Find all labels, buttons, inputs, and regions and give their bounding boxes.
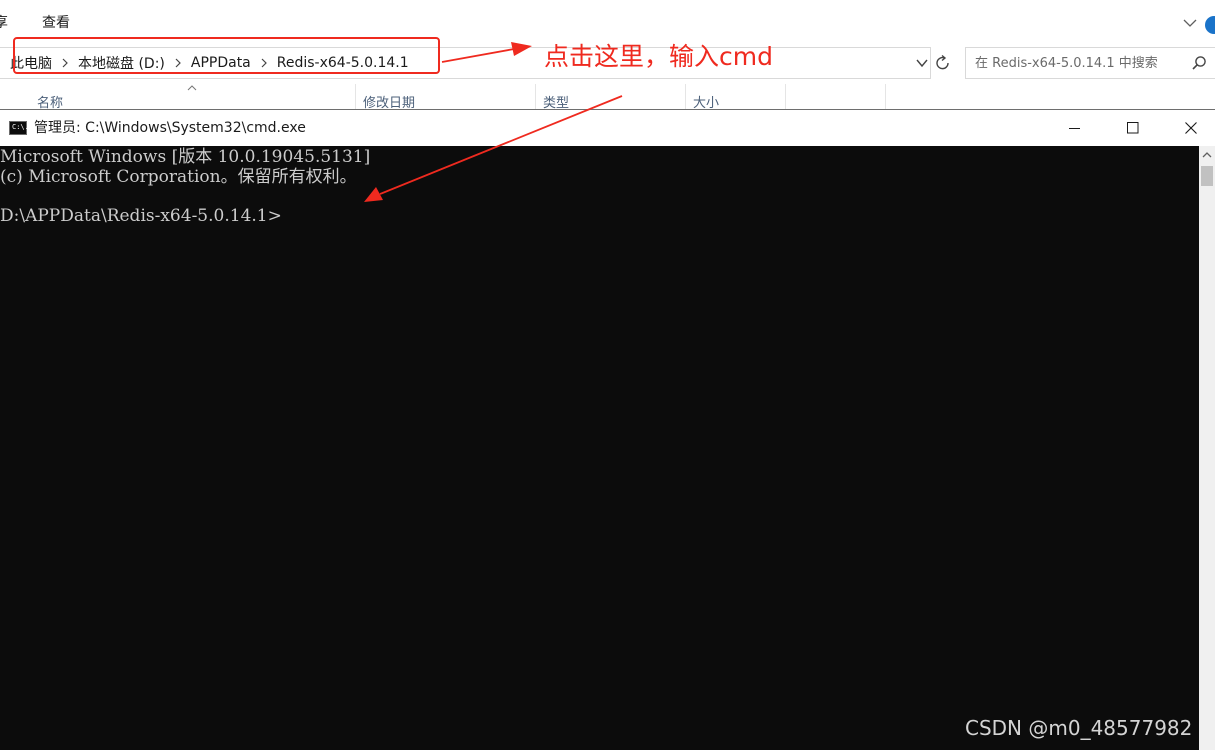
watermark: CSDN @m0_48577982 [965,716,1193,740]
help-icon[interactable] [1205,16,1215,34]
close-icon [1185,122,1197,134]
window-title: 管理员: C:\Windows\System32\cmd.exe [34,120,306,136]
chevron-down-icon[interactable] [914,56,930,70]
cmd-icon-text: C:\. [12,123,29,131]
column-divider[interactable] [535,84,536,112]
minimize-button[interactable] [1046,110,1104,146]
annotation-text: 点击这里，输入cmd [544,42,773,71]
search-box[interactable] [965,47,1215,79]
vertical-scrollbar[interactable] [1199,146,1215,750]
chevron-down-icon[interactable] [1180,13,1200,33]
cmd-window[interactable]: C:\. 管理员: C:\Windows\System32\cmd.exe Mi… [0,109,1215,750]
scroll-up-icon [1202,152,1212,158]
file-list-header: 名称 修改日期 类型 大小 [0,84,1215,112]
file-explorer-window: 享 查看 此电脑 本地磁盘 (D:) APPData Redis-x64-5.0… [0,0,1215,112]
maximize-button[interactable] [1104,110,1162,146]
search-icon[interactable] [1191,55,1207,71]
column-divider[interactable] [685,84,686,112]
cmd-titlebar[interactable]: C:\. 管理员: C:\Windows\System32\cmd.exe [0,110,1215,146]
minimize-icon [1069,128,1080,129]
console-line: (c) Microsoft Corporation。保留所有权利。 [0,167,357,187]
column-divider[interactable] [355,84,356,112]
sort-ascending-icon [187,85,197,91]
tab-share[interactable]: 享 [0,10,8,36]
refresh-icon [936,54,949,70]
close-button[interactable] [1162,110,1215,146]
scroll-thumb[interactable] [1201,166,1213,186]
search-input[interactable] [975,48,1175,78]
console-output[interactable]: Microsoft Windows [版本 10.0.19045.5131] (… [0,146,1199,750]
scroll-up-button[interactable] [1199,146,1215,164]
column-divider[interactable] [785,84,786,112]
console-prompt[interactable]: D:\APPData\Redis-x64-5.0.14.1> [0,206,282,226]
column-divider[interactable] [885,84,886,112]
tab-view[interactable]: 查看 [42,10,70,36]
cmd-icon: C:\. [9,121,29,135]
maximize-icon [1127,122,1139,134]
console-line: Microsoft Windows [版本 10.0.19045.5131] [0,147,371,167]
annotation-highlight-box [13,37,440,74]
refresh-button[interactable] [932,50,954,76]
